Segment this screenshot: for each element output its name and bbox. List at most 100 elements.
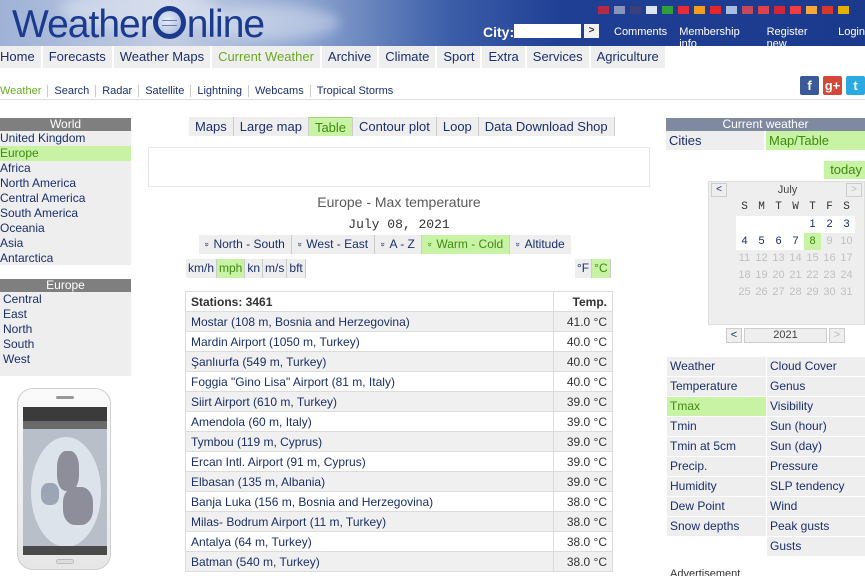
flag-france-icon[interactable] xyxy=(646,6,657,14)
tab-cities[interactable]: Cities xyxy=(666,131,766,150)
subnav-lightning[interactable]: Lightning xyxy=(190,84,248,97)
facebook-icon[interactable]: f xyxy=(800,76,819,95)
next-month-button[interactable]: > xyxy=(846,183,862,197)
calendar-day[interactable]: 3 xyxy=(838,216,855,233)
next-year-button[interactable]: > xyxy=(829,328,845,343)
flag-poland-icon[interactable] xyxy=(678,6,689,14)
previous-year-button[interactable]: < xyxy=(726,328,742,343)
param-tmax[interactable]: Tmax xyxy=(666,397,766,417)
flag-portugal-icon[interactable] xyxy=(822,6,833,14)
param-precip[interactable]: Precip. xyxy=(666,457,766,477)
tab-table[interactable]: Table xyxy=(307,117,353,136)
station-name-link[interactable]: Milas- Bodrum Airport (11 m, Turkey) xyxy=(185,511,554,532)
subnav-tropical-storms[interactable]: Tropical Storms xyxy=(309,84,400,97)
wind-unit-mph[interactable]: mph xyxy=(217,259,246,278)
param-genus[interactable]: Genus xyxy=(766,377,865,397)
station-name-link[interactable]: Foggia "Gino Lisa" Airport (81 m, Italy) xyxy=(185,371,554,392)
nav-extra[interactable]: Extra xyxy=(482,46,525,68)
station-name-link[interactable]: Tymbou (119 m, Cyprus) xyxy=(185,431,554,452)
calendar-day[interactable]: 6 xyxy=(770,233,787,250)
sort-warm-cold[interactable]: » Warm - Cold xyxy=(420,235,510,254)
param-slp-tendency[interactable]: SLP tendency xyxy=(766,477,865,497)
flag-india-icon[interactable] xyxy=(806,6,817,14)
sort-a-z[interactable]: » A - Z xyxy=(374,235,421,254)
membership-info-link[interactable]: Membership info xyxy=(679,26,754,46)
station-name-link[interactable]: Mardin Airport (1050 m, Turkey) xyxy=(185,331,554,352)
region-south-america[interactable]: South America xyxy=(0,206,131,221)
station-name-link[interactable]: Batman (540 m, Turkey) xyxy=(185,551,554,572)
station-name-link[interactable]: Amendola (60 m, Italy) xyxy=(185,411,554,432)
wind-unit-m-s[interactable]: m/s xyxy=(263,259,288,278)
subnav-satellite[interactable]: Satellite xyxy=(138,84,190,97)
sort-north-south[interactable]: » North - South xyxy=(199,235,291,254)
flag-greece-icon[interactable] xyxy=(726,6,737,14)
europe-region-south[interactable]: South xyxy=(0,337,131,352)
site-logo[interactable]: Weather nline xyxy=(12,4,265,46)
tab-contour-plot[interactable]: Contour plot xyxy=(352,117,436,136)
flag-eu-grey-icon[interactable] xyxy=(614,6,625,14)
flag-australia-icon[interactable] xyxy=(630,6,641,14)
city-search-go-button[interactable]: > xyxy=(584,24,599,38)
param-tmin-at-5cm[interactable]: Tmin at 5cm xyxy=(666,437,766,457)
nav-weather-maps[interactable]: Weather Maps xyxy=(113,46,211,68)
tab-large-map[interactable]: Large map xyxy=(232,117,308,136)
google-plus-icon[interactable]: g+ xyxy=(823,76,842,95)
flag-czech-icon[interactable] xyxy=(758,6,769,14)
comments-link[interactable]: Comments xyxy=(614,26,667,46)
station-name-link[interactable]: Elbasan (135 m, Albania) xyxy=(185,471,554,492)
register-new-link[interactable]: Register new xyxy=(767,26,827,46)
region-united-kingdom[interactable]: United Kingdom xyxy=(0,131,131,146)
station-name-link[interactable]: Mostar (108 m, Bosnia and Herzegovina) xyxy=(185,311,554,332)
param-sun-hour[interactable]: Sun (hour) xyxy=(766,417,865,437)
param-wind[interactable]: Wind xyxy=(766,497,865,517)
subnav-search[interactable]: Search xyxy=(47,84,95,97)
calendar-day[interactable]: 7 xyxy=(787,233,804,250)
flag-netherlands-icon[interactable] xyxy=(790,6,801,14)
calendar-day[interactable]: 8 xyxy=(804,233,821,250)
city-search-input[interactable] xyxy=(514,24,581,38)
region-asia[interactable]: Asia xyxy=(0,236,131,251)
phone-app-image[interactable] xyxy=(17,388,111,570)
param-weather[interactable]: Weather xyxy=(666,357,766,377)
param-sun-day[interactable]: Sun (day) xyxy=(766,437,865,457)
calendar-day[interactable]: 1 xyxy=(804,216,821,233)
param-visibility[interactable]: Visibility xyxy=(766,397,865,417)
wind-unit-km-h[interactable]: km/h xyxy=(186,259,218,278)
sort-altitude[interactable]: » Altitude xyxy=(509,235,570,254)
subnav-radar[interactable]: Radar xyxy=(95,84,138,97)
flag-usa-icon[interactable] xyxy=(742,6,753,14)
station-name-link[interactable]: Banja Luka (156 m, Bosnia and Herzegovin… xyxy=(185,491,554,512)
flag-spain-icon[interactable] xyxy=(694,6,705,14)
flag-uk-icon[interactable] xyxy=(598,6,609,14)
nav-current-weather[interactable]: Current Weather xyxy=(212,46,320,68)
sort-west-east[interactable]: » West - East xyxy=(290,235,374,254)
param-gusts[interactable]: Gusts xyxy=(766,537,865,557)
europe-region-west[interactable]: West xyxy=(0,352,131,367)
login-link[interactable]: Login xyxy=(838,26,865,46)
unit-celsius[interactable]: °C xyxy=(592,259,611,278)
region-north-america[interactable]: North America xyxy=(0,176,131,191)
flag-russia-icon[interactable] xyxy=(774,6,785,14)
tab-maps[interactable]: Maps xyxy=(189,117,233,136)
tab-map-table[interactable]: Map/Table xyxy=(766,131,865,150)
calendar-day[interactable]: 5 xyxy=(753,233,770,250)
unit-fahrenheit[interactable]: °F xyxy=(575,259,593,278)
region-oceania[interactable]: Oceania xyxy=(0,221,131,236)
flag-germany-icon[interactable] xyxy=(838,6,849,14)
param-snow-depths[interactable]: Snow depths xyxy=(666,517,766,537)
today-button[interactable]: today xyxy=(824,161,865,179)
flag-turkey-icon[interactable] xyxy=(710,6,721,14)
wind-unit-kn[interactable]: kn xyxy=(245,259,264,278)
europe-region-central[interactable]: Central xyxy=(0,292,131,307)
nav-agriculture[interactable]: Agriculture xyxy=(590,46,665,68)
nav-forecasts[interactable]: Forecasts xyxy=(42,46,112,68)
station-name-link[interactable]: Ercan Intl. Airport (91 m, Cyprus) xyxy=(185,451,554,472)
param-cloud-cover[interactable]: Cloud Cover xyxy=(766,357,865,377)
calendar-day[interactable]: 2 xyxy=(821,216,838,233)
europe-region-north[interactable]: North xyxy=(0,322,131,337)
param-humidity[interactable]: Humidity xyxy=(666,477,766,497)
nav-sport[interactable]: Sport xyxy=(437,46,481,68)
param-pressure[interactable]: Pressure xyxy=(766,457,865,477)
region-central-america[interactable]: Central America xyxy=(0,191,131,206)
twitter-icon[interactable]: t xyxy=(846,76,865,95)
